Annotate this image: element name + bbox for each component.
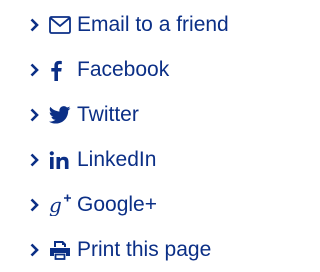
share-item-label: Google+ — [77, 192, 157, 216]
share-item-label: Print this page — [77, 237, 212, 261]
chevron-right-icon — [30, 14, 42, 36]
share-item-linkedin[interactable]: LinkedIn — [30, 137, 316, 182]
chevron-right-icon — [30, 59, 42, 81]
printer-icon — [49, 238, 77, 262]
share-item-label: Twitter — [77, 102, 139, 126]
linkedin-icon — [49, 148, 77, 172]
share-item-twitter[interactable]: Twitter — [30, 92, 316, 137]
share-item-google-plus[interactable]: g Google+ — [30, 182, 316, 227]
chevron-right-icon — [30, 149, 42, 171]
chevron-right-icon — [30, 239, 42, 261]
share-links-list: Email to a friend Facebook Twitter Linke… — [30, 0, 316, 272]
google-plus-icon: g — [49, 193, 77, 217]
share-item-email[interactable]: Email to a friend — [30, 2, 316, 47]
share-item-facebook[interactable]: Facebook — [30, 47, 316, 92]
share-item-label: Facebook — [77, 57, 170, 81]
facebook-icon — [49, 58, 77, 82]
envelope-icon — [49, 13, 77, 37]
share-item-label: Email to a friend — [77, 12, 229, 36]
twitter-icon — [49, 103, 77, 127]
svg-text:g: g — [49, 194, 62, 216]
chevron-right-icon — [30, 194, 42, 216]
share-item-print[interactable]: Print this page — [30, 227, 316, 272]
share-item-label: LinkedIn — [77, 147, 157, 171]
chevron-right-icon — [30, 104, 42, 126]
